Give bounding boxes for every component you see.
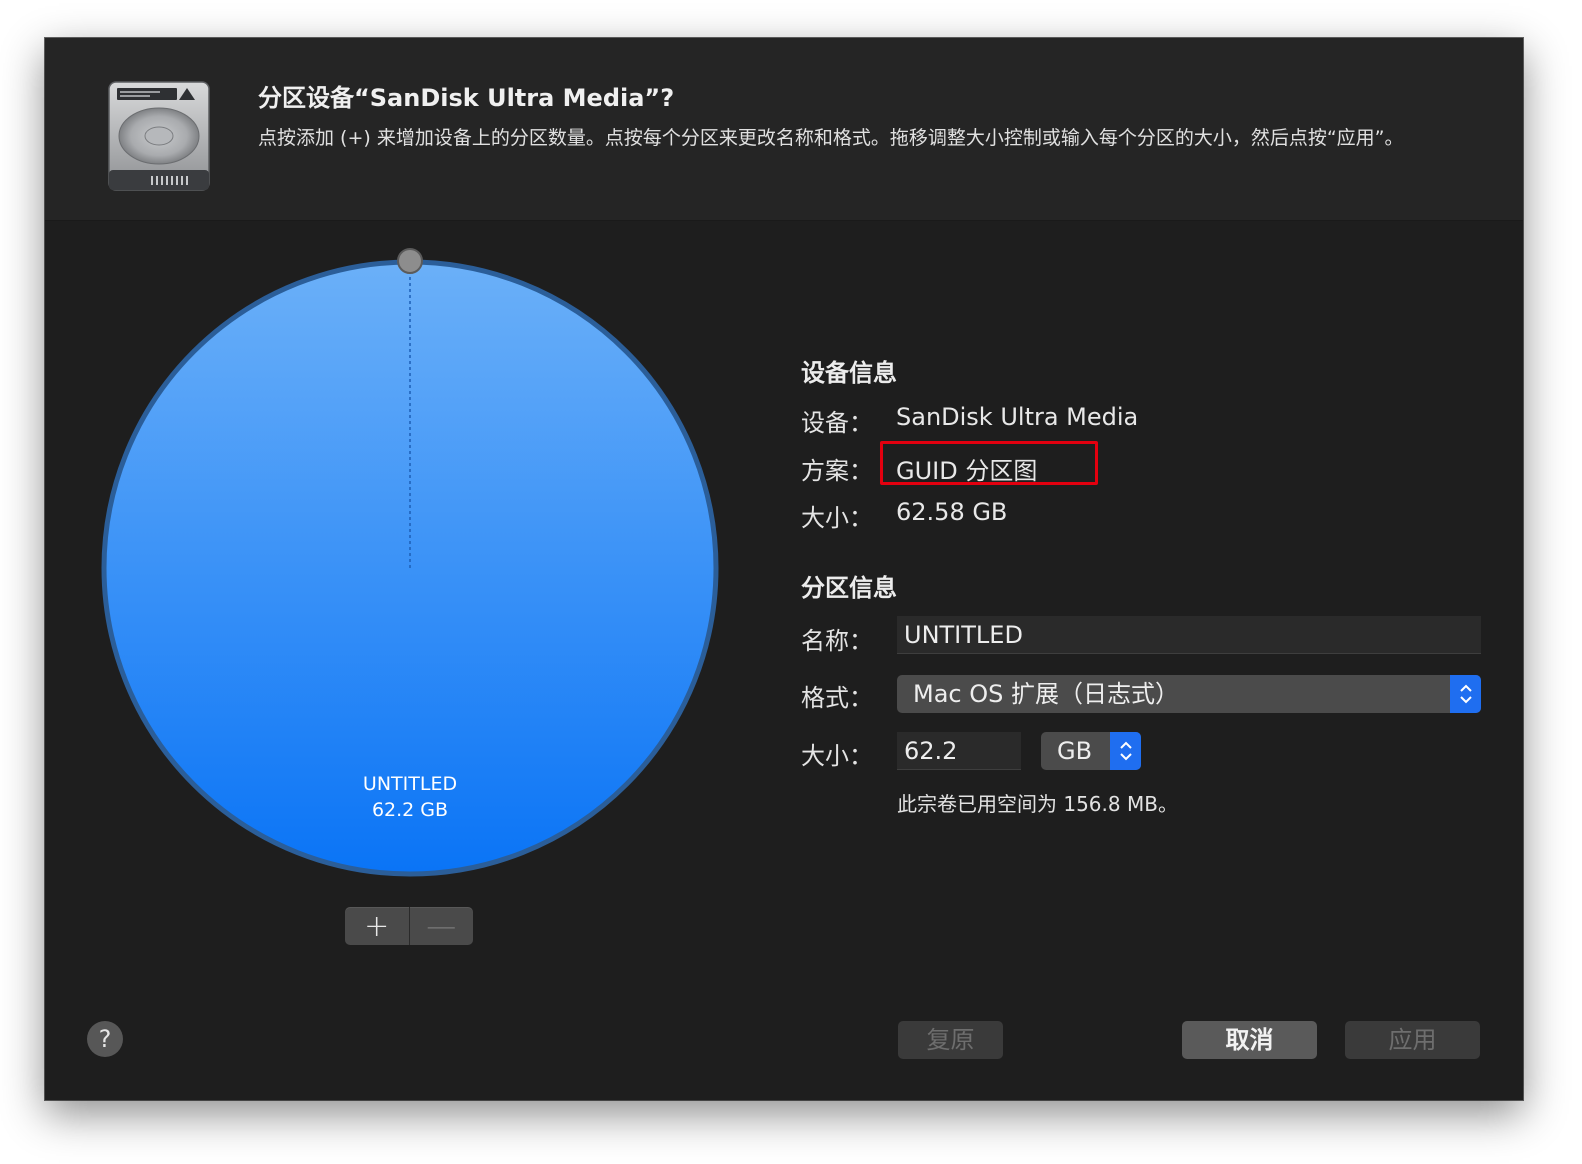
scheme-highlight-annotation <box>880 441 1098 485</box>
pie-partition-size: 62.2 GB <box>371 799 449 821</box>
add-remove-control: + — <box>345 907 473 945</box>
device-size-value: 62.58 GB <box>896 498 1008 526</box>
partition-name-input[interactable]: UNTITLED <box>897 616 1481 654</box>
partition-info-heading: 分区信息 <box>801 574 897 602</box>
device-size-label: 大小： <box>801 504 873 532</box>
name-label: 名称： <box>801 627 873 655</box>
resize-handle[interactable] <box>397 248 423 274</box>
partition-size-input[interactable]: 62.2 <box>897 732 1021 770</box>
cancel-button[interactable]: 取消 <box>1182 1021 1317 1059</box>
add-partition-button[interactable]: + <box>345 907 409 945</box>
remove-partition-button[interactable]: — <box>410 907 474 945</box>
partition-size-label: 大小： <box>801 742 873 770</box>
scheme-label: 方案： <box>801 457 873 485</box>
format-select[interactable]: Mac OS 扩展（日志式） <box>897 675 1481 713</box>
size-unit-value: GB <box>1057 737 1093 765</box>
format-select-value: Mac OS 扩展（日志式） <box>913 680 1179 708</box>
dialog-description: 点按添加 (+) 来增加设备上的分区数量。点按每个分区来更改名称和格式。拖移调整… <box>258 127 1404 149</box>
hard-drive-icon <box>108 81 210 191</box>
format-label: 格式： <box>801 684 873 712</box>
dialog-header: 分区设备“SanDisk Ultra Media”? 点按添加 (+) 来增加设… <box>45 38 1523 221</box>
chevron-updown-icon <box>1450 675 1481 713</box>
revert-button[interactable]: 复原 <box>898 1021 1003 1059</box>
pie-partition-name: UNTITLED <box>362 773 458 795</box>
help-button[interactable]: ? <box>87 1021 123 1057</box>
partition-dialog: 分区设备“SanDisk Ultra Media”? 点按添加 (+) 来增加设… <box>45 38 1523 1100</box>
partition-pie-chart[interactable]: UNTITLED 62.2 GB <box>100 243 720 883</box>
apply-button[interactable]: 应用 <box>1345 1021 1480 1059</box>
size-unit-select[interactable]: GB <box>1041 732 1141 770</box>
device-info-heading: 设备信息 <box>801 359 897 387</box>
device-label: 设备： <box>801 409 873 437</box>
device-value: SanDisk Ultra Media <box>896 403 1139 431</box>
dialog-title: 分区设备“SanDisk Ultra Media”? <box>258 84 675 112</box>
chevron-updown-icon <box>1110 732 1141 770</box>
used-space-note: 此宗卷已用空间为 156.8 MB。 <box>897 792 1178 816</box>
